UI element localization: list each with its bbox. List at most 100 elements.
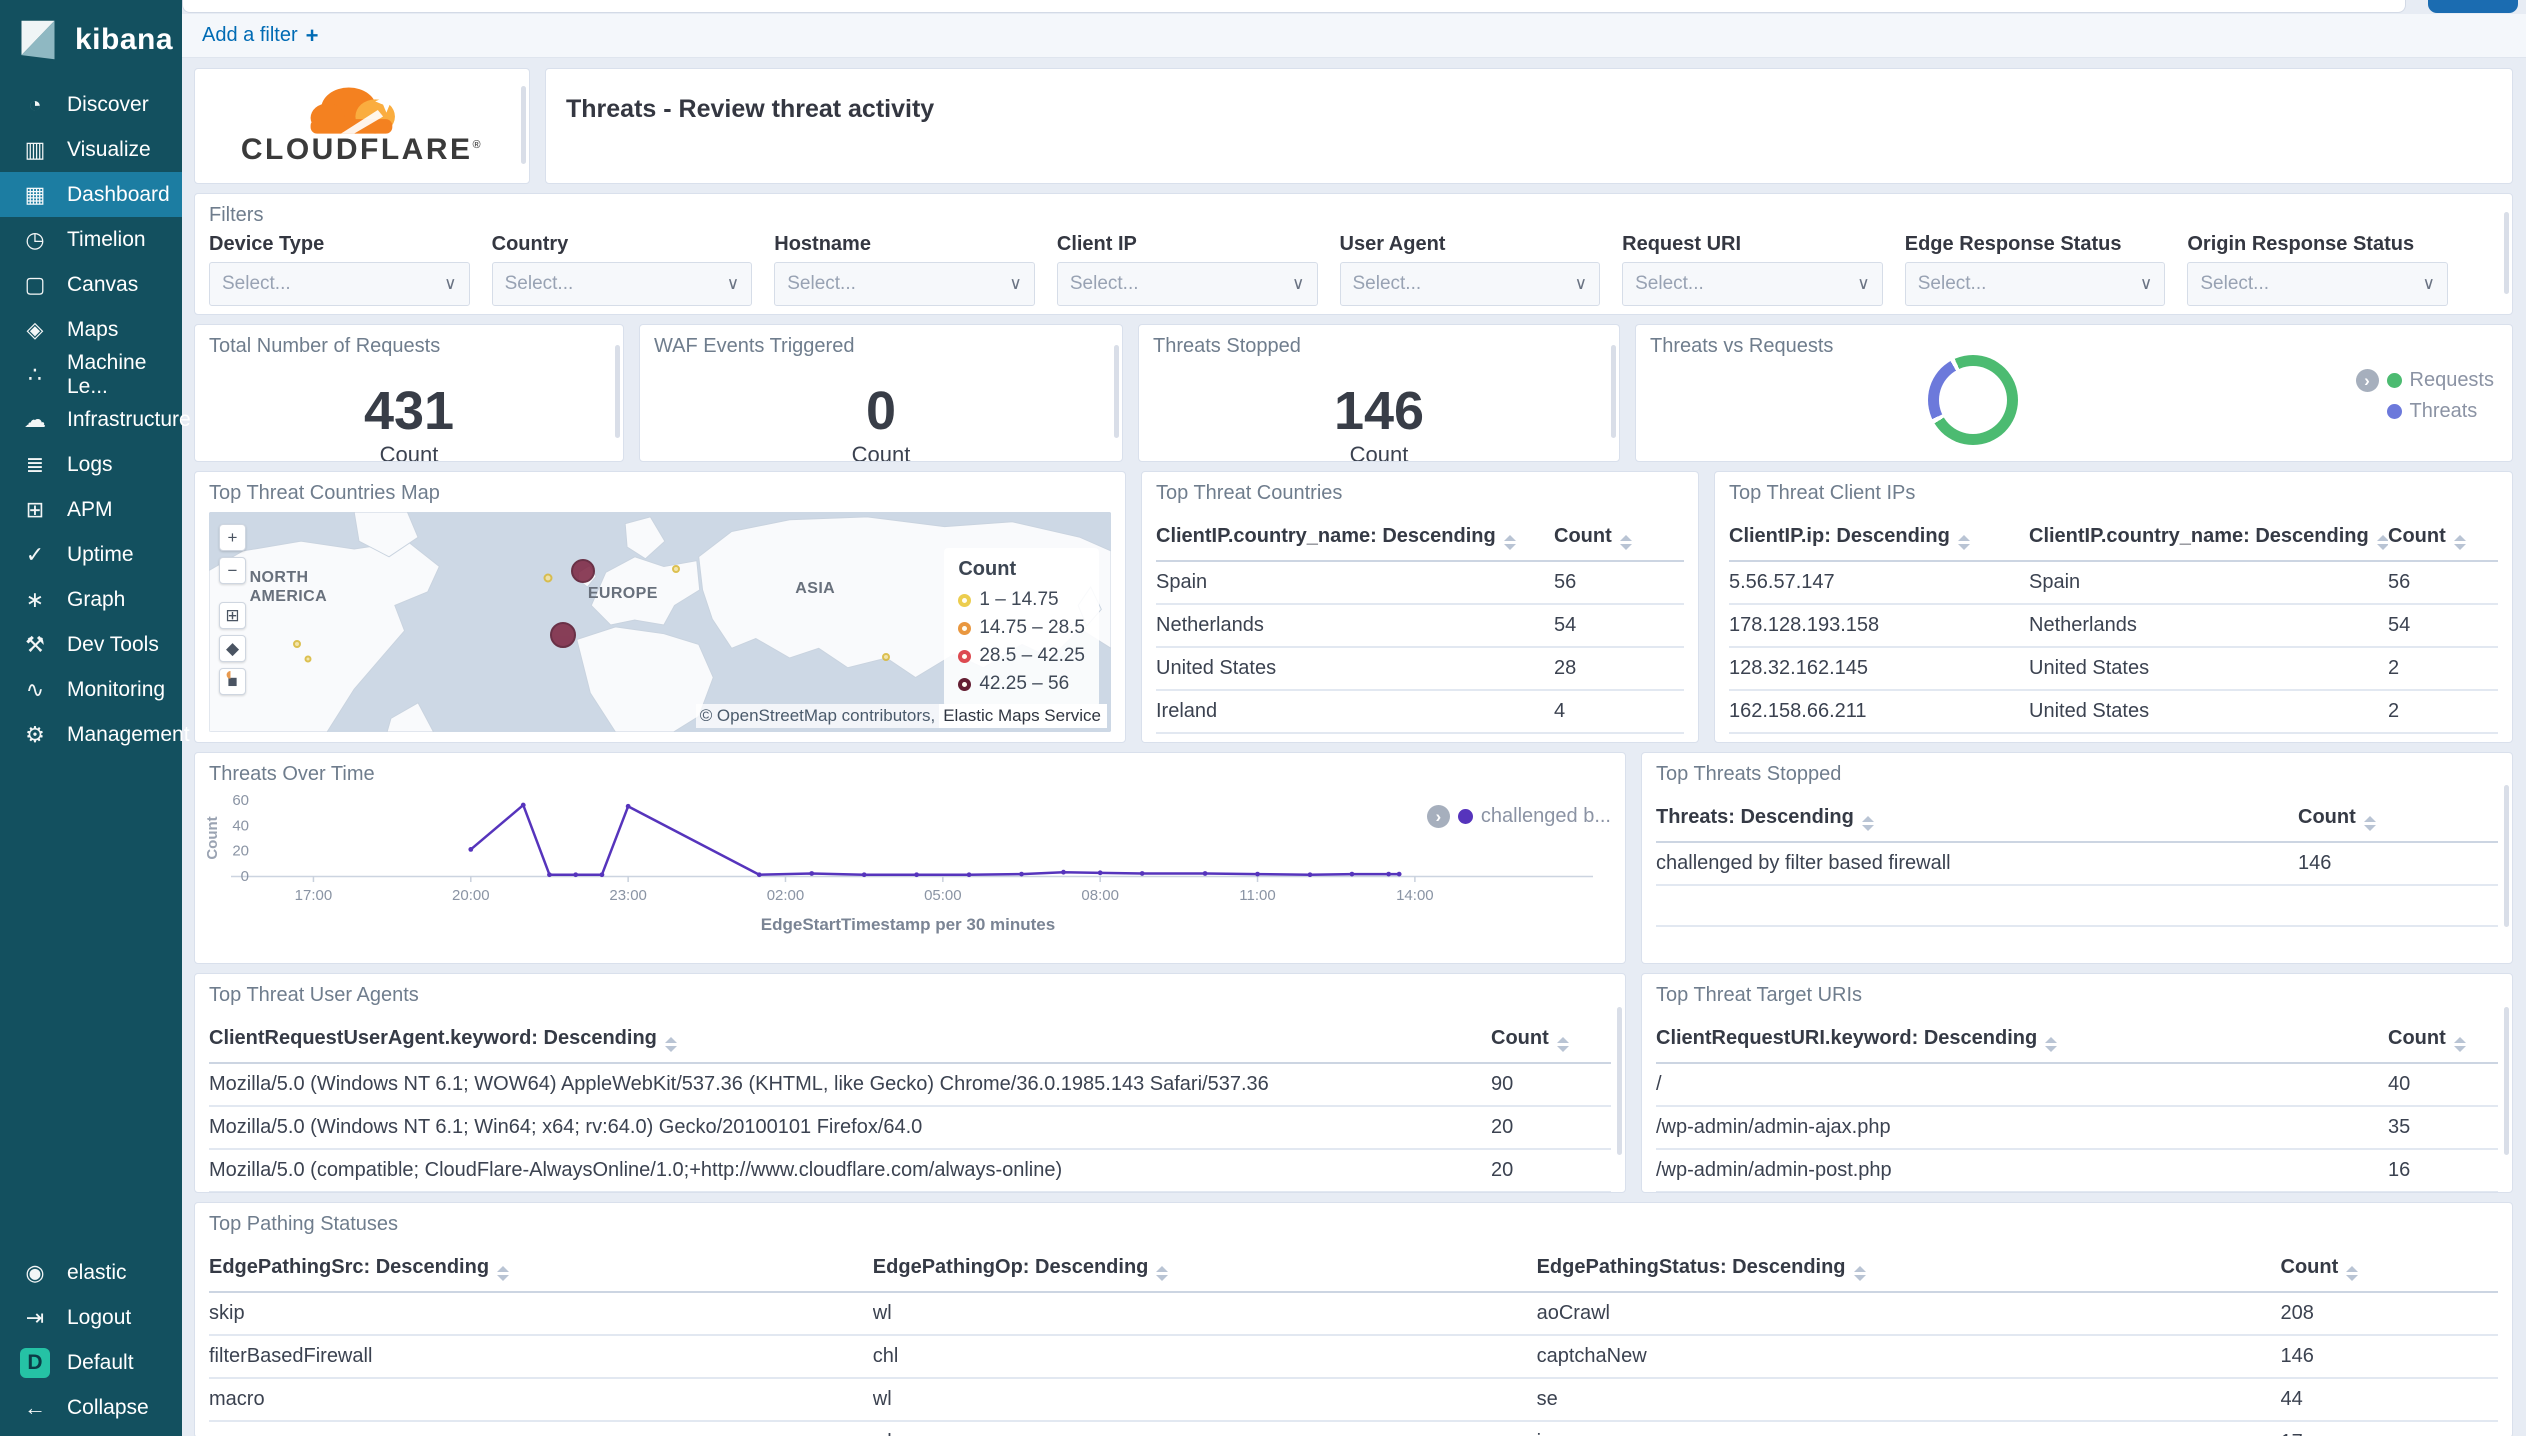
sidebar-item-machine-learning[interactable]: ∴ Machine Le... (0, 351, 182, 398)
sidebar-item-monitoring[interactable]: ∿ Monitoring (0, 667, 182, 712)
filter-select-client-ip[interactable]: Select... ∨ (1056, 262, 1318, 306)
column-header[interactable]: EdgePathingStatus: Descending (1536, 1248, 2281, 1293)
sidebar-item-space-default[interactable]: D Default (0, 1340, 182, 1385)
sidebar-item-timelion[interactable]: ◷ Timelion (0, 217, 182, 262)
series-color-dot (2386, 373, 2402, 388)
zoom-out-button[interactable]: − (219, 557, 246, 584)
sidebar-item-canvas[interactable]: ▢ Canvas (0, 262, 182, 307)
discover-icon: ◔ (28, 91, 42, 117)
add-filter-link[interactable]: Add a filter (202, 24, 298, 47)
table-row (1656, 926, 2498, 963)
sidebar-item-logout[interactable]: ⇥ Logout (0, 1295, 182, 1340)
table-cell (1656, 926, 2298, 963)
filter-select-edge-response-status[interactable]: Select... ∨ (1904, 262, 2166, 306)
column-header[interactable]: Threats: Descending (1656, 798, 2298, 843)
column-header[interactable]: ClientRequestURI.keyword: Descending (1656, 1019, 2388, 1064)
column-header[interactable]: EdgePathingSrc: Descending (209, 1248, 873, 1293)
sidebar-item-label: Canvas (67, 272, 139, 296)
column-header[interactable]: ClientIP.ip: Descending (1729, 517, 2029, 562)
threats-vs-requests-donut[interactable] (1928, 355, 2018, 445)
sidebar-item-infrastructure[interactable]: ☁ Infrastructure (0, 397, 191, 442)
add-filter-plus-icon[interactable]: + (306, 23, 319, 49)
panel-scrollbar[interactable] (1611, 345, 1616, 438)
panel-scrollbar[interactable] (615, 345, 620, 438)
dashboard-content: CLOUDFLARE® Threats - Review threat acti… (182, 58, 2526, 1436)
kibana-logo[interactable]: kibana (0, 0, 182, 82)
polygon-tool-button[interactable]: ◆ (219, 635, 246, 662)
panel-title: Top Threats Stopped (1656, 763, 1842, 785)
panel-scrollbar[interactable] (2504, 212, 2509, 294)
series-label[interactable]: Requests (2410, 369, 2495, 392)
visualize-icon: ▥ (24, 136, 46, 162)
table-row: Mozilla/5.0 (compatible; CloudFlare-Alwa… (209, 1149, 1611, 1192)
svg-text:08:00: 08:00 (1081, 887, 1119, 904)
crop-tool-button[interactable]: ⊞ (219, 602, 246, 629)
x-axis-label: EdgeStartTimestamp per 30 minutes (760, 915, 1056, 934)
select-placeholder: Select... (504, 273, 574, 294)
column-header[interactable]: EdgePathingOp: Descending (872, 1248, 1537, 1293)
legend-item-threats: Threats (2356, 400, 2495, 423)
column-header[interactable]: ClientIP.country_name: Descending (2029, 517, 2388, 562)
series-label[interactable]: Threats (2410, 400, 2478, 423)
series-label[interactable]: challenged b... (1481, 805, 1611, 828)
sidebar-item-logs[interactable]: ≣ Logs (0, 442, 182, 487)
table-cell: chl (872, 1335, 1537, 1379)
legend-expand-icon[interactable]: › (2355, 369, 2379, 392)
column-header[interactable]: Count (2388, 1019, 2498, 1064)
sidebar-item-graph[interactable]: ∗ Graph (0, 577, 182, 622)
page-title: Threats - Review threat activity (566, 95, 935, 123)
column-header[interactable]: Count (1554, 517, 1684, 562)
filter-select-user-agent[interactable]: Select... ∨ (1339, 262, 1601, 306)
column-header-label: ClientIP.country_name: Descending (1156, 525, 1496, 547)
sort-caret-icon (1957, 535, 1970, 550)
column-header[interactable]: ClientIP.country_name: Descending (1156, 517, 1554, 562)
legend-range-label: 14.75 – 28.5 (979, 617, 1085, 638)
legend-expand-icon[interactable]: › (1426, 805, 1450, 828)
filter-select-country[interactable]: Select... ∨ (491, 262, 753, 306)
filter-select-device-type[interactable]: Select... ∨ (209, 262, 470, 306)
sidebar-item-dashboard[interactable]: ▦ Dashboard (0, 172, 182, 217)
panel-scrollbar[interactable] (2504, 784, 2509, 928)
column-header[interactable]: Count (1491, 1019, 1611, 1064)
elastic-maps-attribution[interactable]: Elastic Maps Service (939, 704, 1107, 728)
panel-scrollbar[interactable] (1114, 345, 1119, 438)
map-canvas[interactable]: NORTH AMERICA EUROPE ASIA + − ⊞ ◆ ■ ◖ Count 1 … (209, 512, 1111, 732)
sidebar-item-discover[interactable]: ◔ Discover (0, 82, 182, 127)
panel-title: Threats vs Requests (1650, 335, 1834, 357)
panel-dashboard-title: Threats - Review threat activity (545, 68, 2513, 184)
update-button[interactable] (2428, 0, 2518, 13)
svg-text:40: 40 (232, 817, 249, 834)
top-threat-client-ips-table: ClientIP.ip: Descending ClientIP.country_… (1715, 517, 2512, 742)
sidebar-item-uptime[interactable]: ✓ Uptime (0, 532, 182, 577)
metric-value: 146 (1333, 381, 1425, 441)
filters-row: Device Type Select... ∨ Country Select... ∨ Ho… (195, 227, 2512, 306)
sidebar-item-visualize[interactable]: ▥ Visualize (0, 127, 182, 172)
column-header[interactable]: ClientRequestUserAgent.keyword: Descendi… (209, 1019, 1491, 1064)
sidebar-item-user-elastic[interactable]: ◉ elastic (0, 1250, 182, 1295)
sidebar-item-label: elastic (67, 1260, 127, 1284)
column-header[interactable]: Count (2280, 1248, 2498, 1293)
sidebar-item-management[interactable]: ⚙ Management (0, 712, 189, 757)
filter-select-request-uri[interactable]: Select... ∨ (1622, 262, 1883, 306)
panel-scrollbar[interactable] (521, 86, 526, 164)
column-header[interactable]: Count (2388, 517, 2498, 562)
sidebar-item-dev-tools[interactable]: ⚒ Dev Tools (0, 622, 182, 667)
panel-scrollbar[interactable] (1617, 1006, 1622, 1155)
sidebar-item-label: Dev Tools (67, 632, 159, 656)
filter-select-origin-response-status[interactable]: Select... ∨ (2187, 262, 2448, 306)
column-header[interactable]: Count (2298, 798, 2498, 843)
sidebar-item-collapse[interactable]: ← Collapse (0, 1385, 182, 1430)
threats-over-time-chart[interactable]: 0 20 40 60 Count 17:00 20:00 23:00 02:00 05:00 08:… (195, 786, 1625, 935)
kibana-logo-icon (21, 20, 55, 60)
table-row: challenged by filter based firewall 146 (1656, 842, 2498, 886)
dev-tools-icon: ⚒ (25, 631, 45, 657)
table-cell: 40 (2388, 1063, 2498, 1107)
panel-scrollbar[interactable] (2504, 1006, 2509, 1155)
query-bar[interactable] (182, 0, 2406, 13)
zoom-in-button[interactable]: + (219, 524, 246, 551)
osm-attribution-link[interactable]: © OpenStreetMap contributors, (695, 704, 940, 728)
column-header-label: Count (1491, 1027, 1549, 1049)
sidebar-item-apm[interactable]: ⊞ APM (0, 487, 182, 532)
sidebar-item-maps[interactable]: ◈ Maps (0, 307, 182, 352)
filter-select-hostname[interactable]: Select... ∨ (774, 262, 1035, 306)
